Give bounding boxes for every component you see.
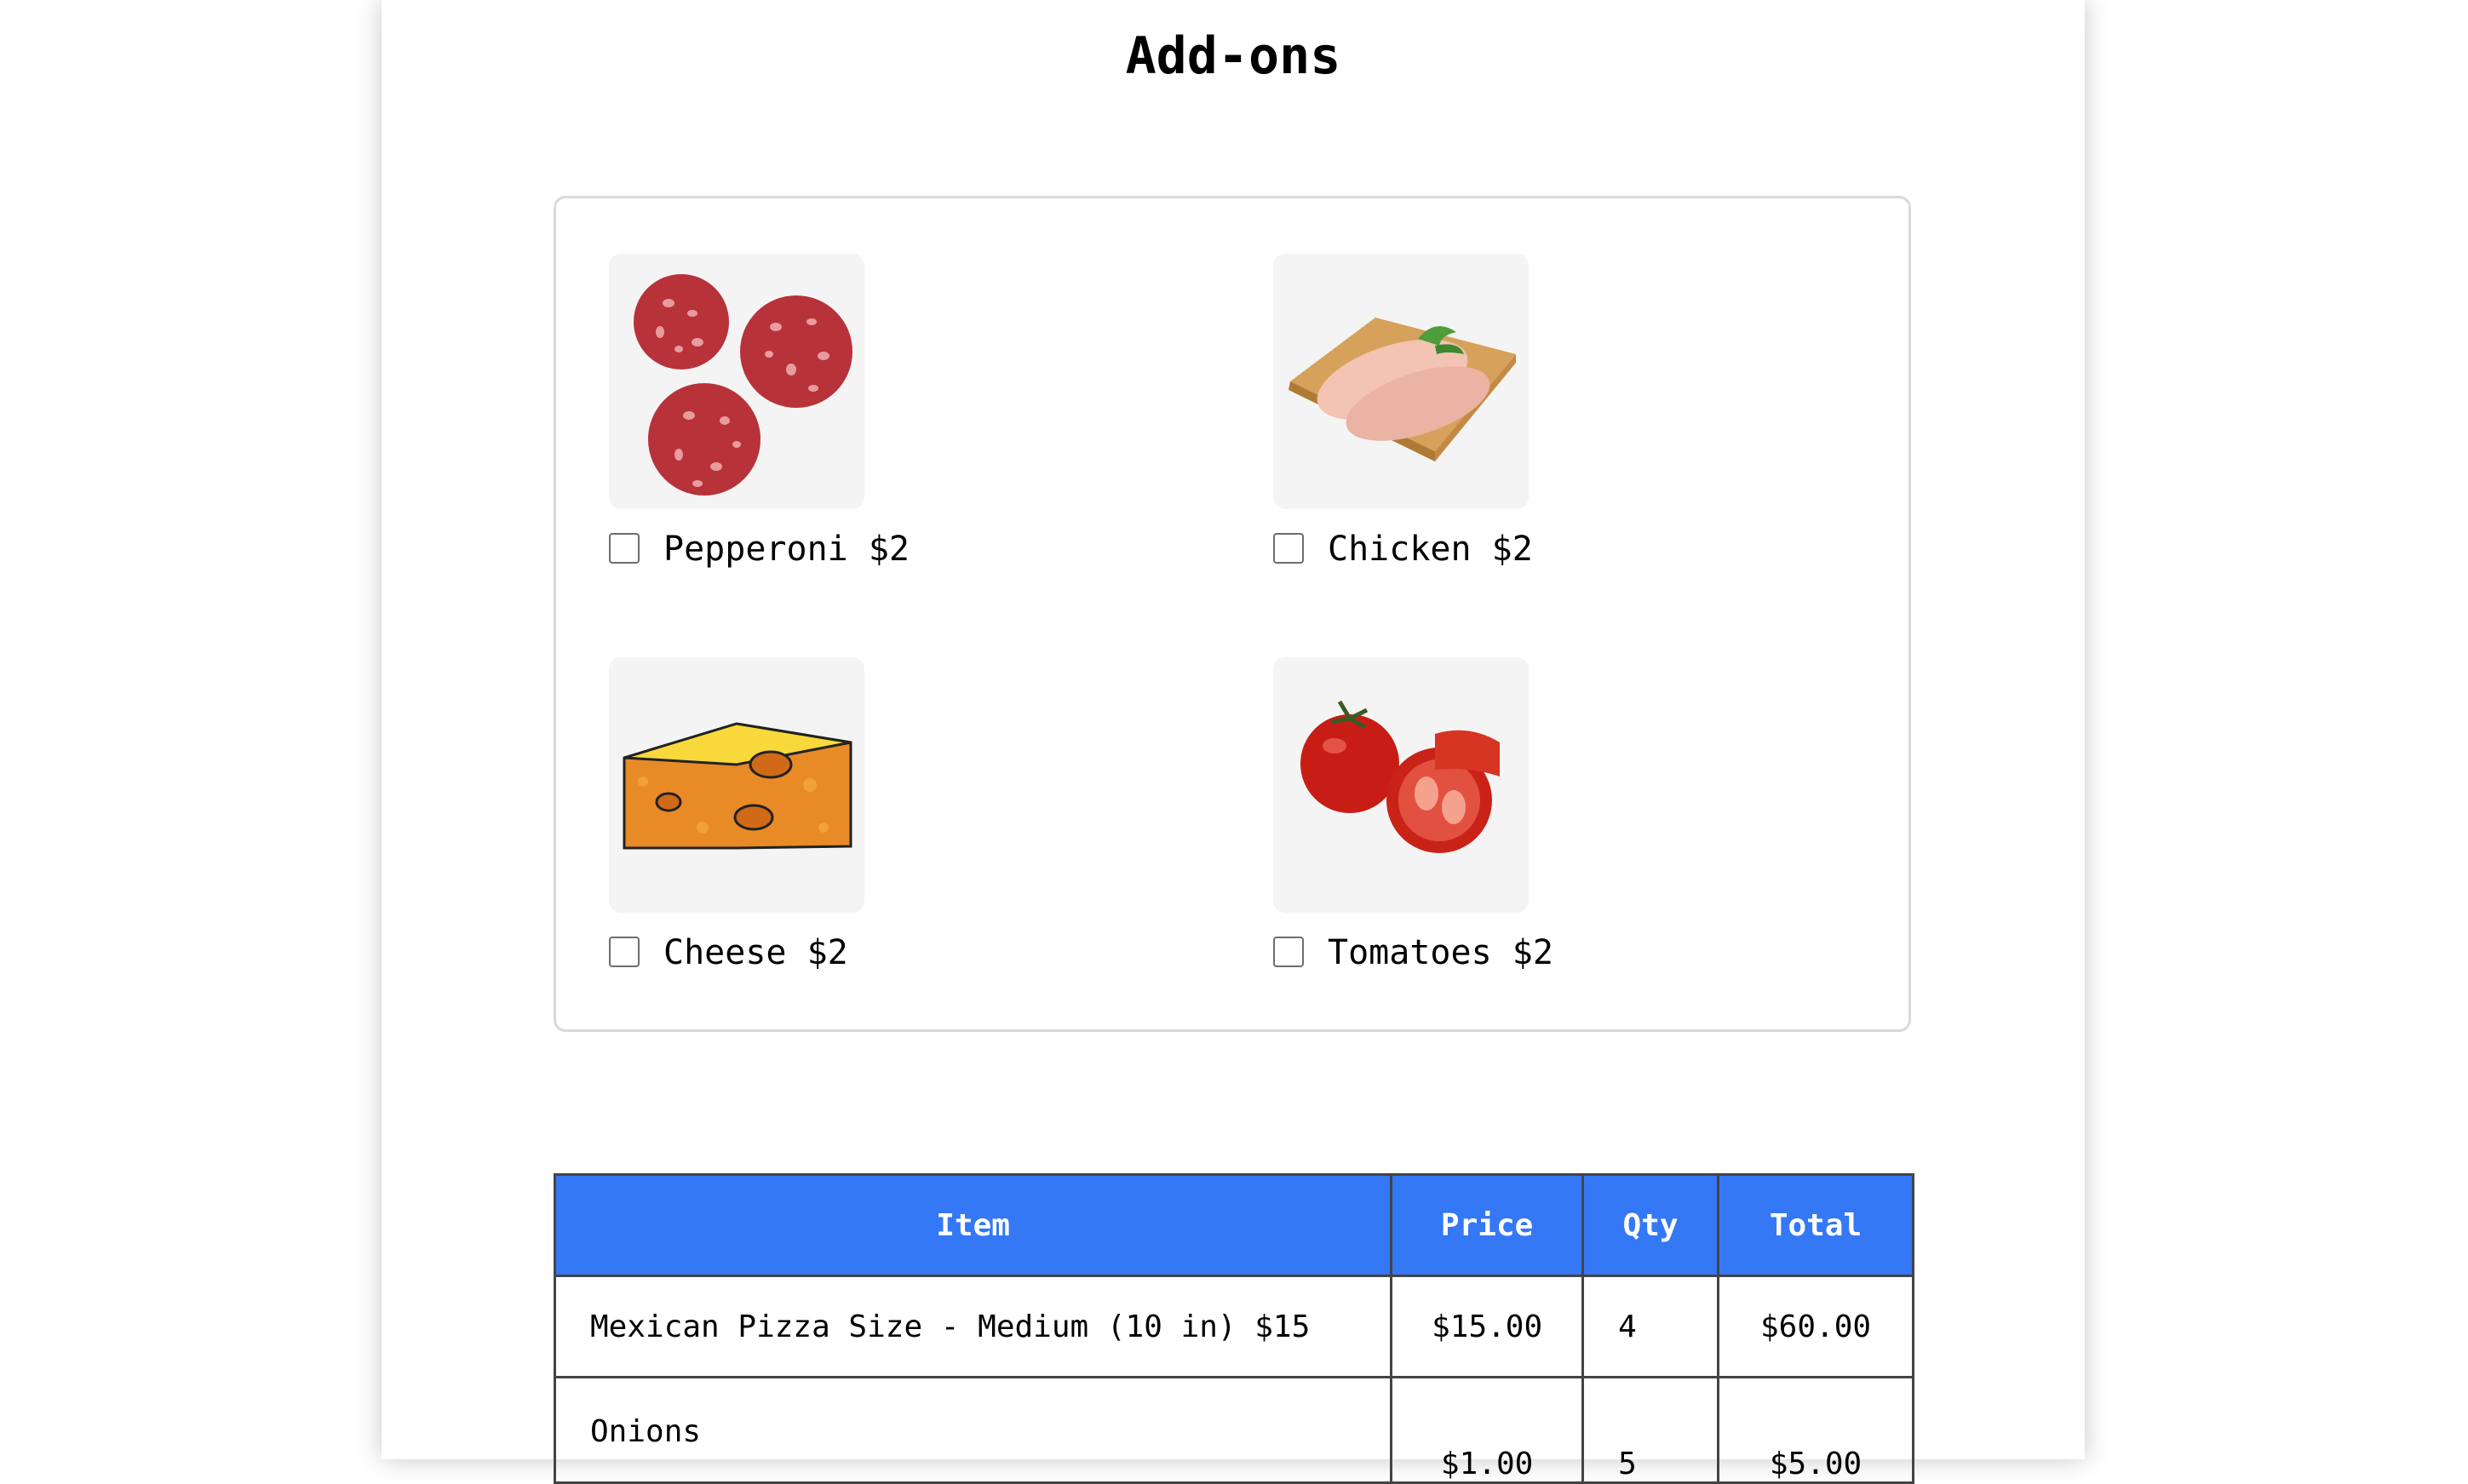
addon-pepperoni[interactable]: Pepperoni $2 <box>609 254 1120 628</box>
pepperoni-image <box>609 254 864 509</box>
header-qty: Qty <box>1581 1173 1720 1277</box>
row-qty: 5 <box>1581 1376 1720 1484</box>
chicken-checkbox[interactable] <box>1273 533 1304 564</box>
row-price: $1.00 <box>1390 1376 1585 1484</box>
table-header-row: Item Price Qty Total <box>553 1173 1914 1277</box>
pepperoni-checkbox[interactable] <box>609 533 640 564</box>
row-qty: 4 <box>1581 1275 1720 1378</box>
cheese-checkbox[interactable] <box>609 937 640 967</box>
tomatoes-checkbox[interactable] <box>1273 937 1304 967</box>
order-table: Item Price Qty Total Mexican Pizza Size … <box>553 1173 1914 1484</box>
header-total: Total <box>1717 1173 1914 1277</box>
cheese-label: Cheese $2 <box>663 933 848 972</box>
table-row: Onions $1.00 5 $5.00 <box>553 1376 1914 1484</box>
row-price: $15.00 <box>1390 1275 1585 1378</box>
chicken-image <box>1273 254 1529 509</box>
tomatoes-image <box>1273 657 1529 913</box>
table-row: Mexican Pizza Size - Medium (10 in) $15 … <box>553 1275 1914 1378</box>
header-price: Price <box>1390 1173 1585 1277</box>
row-total: $5.00 <box>1717 1376 1914 1484</box>
page-title: Add-ons <box>1125 26 1341 86</box>
row-item: Onions <box>553 1376 1393 1484</box>
addon-cheese[interactable]: Cheese $2 <box>609 657 1120 1032</box>
chicken-label: Chicken $2 <box>1328 530 1533 569</box>
tomatoes-label: Tomatoes $2 <box>1328 933 1553 972</box>
pepperoni-label: Pepperoni $2 <box>663 530 910 569</box>
addon-tomatoes[interactable]: Tomatoes $2 <box>1273 657 1784 1032</box>
cheese-image <box>609 657 864 913</box>
row-item: Mexican Pizza Size - Medium (10 in) $15 <box>553 1275 1393 1378</box>
header-item: Item <box>553 1173 1393 1277</box>
addon-chicken[interactable]: Chicken $2 <box>1273 254 1784 628</box>
row-total: $60.00 <box>1717 1275 1914 1378</box>
